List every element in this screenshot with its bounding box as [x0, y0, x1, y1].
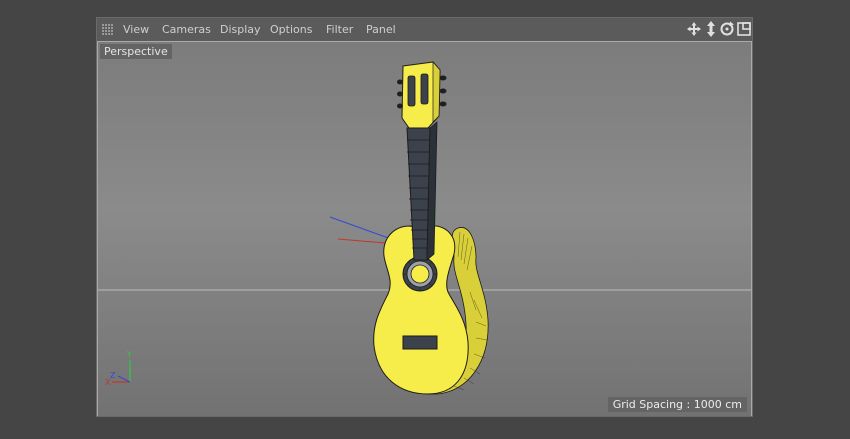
menu-cameras[interactable]: Cameras: [162, 23, 211, 36]
toggle-panel-icon[interactable]: [736, 21, 752, 37]
rotate-view-icon[interactable]: [719, 21, 735, 37]
app-background: { "menu": { "items": ["View", "Cameras",…: [0, 0, 850, 439]
axis-label-z: Z: [110, 371, 116, 380]
camera-label[interactable]: Perspective: [100, 44, 172, 59]
axis-gizmo: Y X Z: [105, 350, 132, 387]
guitar-bridge: [402, 335, 438, 350]
grip-icon[interactable]: [102, 24, 115, 35]
viewport-panel: View Cameras Display Options Filter Pane…: [96, 17, 753, 417]
sound-hole: [410, 264, 430, 284]
menu-panel[interactable]: Panel: [366, 23, 396, 36]
menu-filter[interactable]: Filter: [326, 23, 353, 36]
headstock-slot-right: [420, 73, 429, 105]
grid-spacing-readout: Grid Spacing : 1000 cm: [607, 397, 747, 412]
zoom-view-icon[interactable]: [703, 21, 719, 37]
menu-view[interactable]: View: [123, 23, 149, 36]
menu-options[interactable]: Options: [270, 23, 312, 36]
menu-display[interactable]: Display: [220, 23, 261, 36]
move-view-icon[interactable]: [686, 21, 702, 37]
viewport-menubar: View Cameras Display Options Filter Pane…: [97, 18, 752, 41]
3d-viewport[interactable]: Y X Z Perspective Grid Spacing : 1000 cm: [98, 42, 751, 416]
guitar-model: Y X Z: [105, 61, 489, 395]
axis-label-y: Y: [126, 350, 132, 359]
headstock-slot-left: [407, 75, 416, 107]
